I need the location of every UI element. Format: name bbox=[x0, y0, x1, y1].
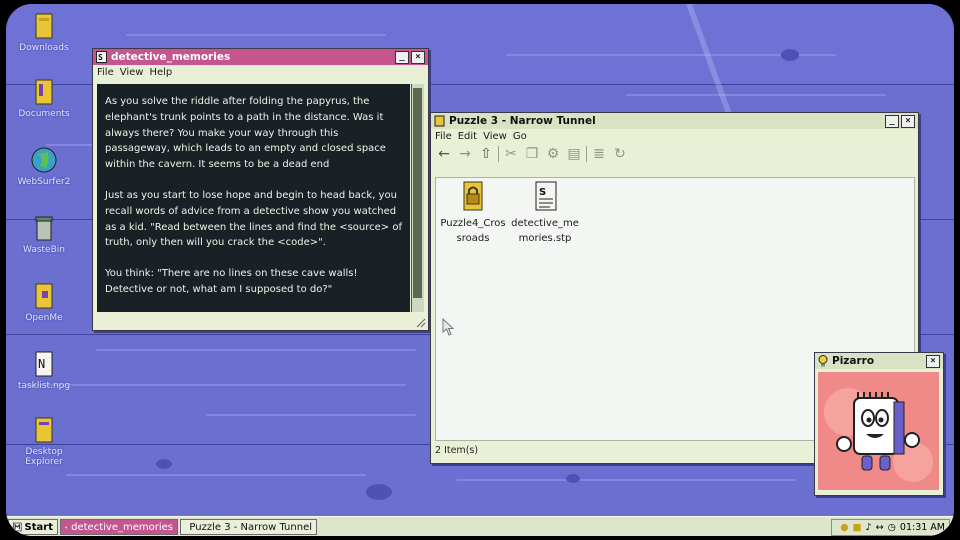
desktop-icon-documents[interactable]: Documents bbox=[14, 78, 74, 119]
scrollbar-thumb[interactable] bbox=[413, 88, 422, 298]
back-arrow-icon[interactable]: ← bbox=[435, 145, 453, 163]
window-title: Puzzle 3 - Narrow Tunnel bbox=[449, 115, 596, 127]
status-bar: 2 Item(s) bbox=[435, 445, 479, 456]
desktop-icon-desktop-explorer[interactable]: Desktop Explorer bbox=[14, 416, 74, 467]
locked-folder-icon bbox=[463, 181, 483, 211]
up-folder-icon[interactable]: ⇧ bbox=[477, 145, 495, 163]
desktop-icon-websurfer[interactable]: WebSurfer2 bbox=[14, 146, 74, 187]
document-icon: S bbox=[535, 181, 557, 211]
folder-icon bbox=[434, 115, 445, 127]
menu-edit[interactable]: Edit bbox=[458, 131, 477, 142]
memories-paragraph: You think: "There are no lines on these … bbox=[105, 268, 358, 295]
window-titlebar[interactable]: Pizarro × bbox=[815, 353, 943, 369]
window-titlebar[interactable]: Puzzle 3 - Narrow Tunnel _ × bbox=[431, 113, 918, 129]
memories-paragraph: Just as you start to lose hope and begin… bbox=[105, 189, 402, 249]
globe-icon bbox=[31, 147, 57, 173]
menu-file[interactable]: File bbox=[435, 131, 452, 142]
svg-text:S: S bbox=[539, 187, 546, 198]
memories-paragraph: As you solve the riddle after folding th… bbox=[105, 96, 386, 171]
toolbar-separator bbox=[586, 146, 587, 162]
taskbar: Start detective_memories Puzzle 3 - Narr… bbox=[6, 516, 954, 536]
clock-icon: ◷ bbox=[887, 522, 896, 533]
taskbar-item-detective-memories[interactable]: detective_memories bbox=[60, 519, 178, 535]
window-title: detective_memories bbox=[111, 51, 231, 63]
desktop-icon-openme[interactable]: OpenMe bbox=[14, 282, 74, 323]
menu-bar: File View Help bbox=[93, 65, 428, 80]
file-item-puzzle4[interactable]: Puzzle4_Crossroads bbox=[438, 180, 508, 246]
minimize-button[interactable]: _ bbox=[885, 114, 899, 128]
memories-text-area[interactable]: As you solve the riddle after folding th… bbox=[97, 84, 410, 312]
start-logo-icon bbox=[13, 522, 22, 532]
system-tray: ● ■ ♪ ↔ ◷ 01:31 AM bbox=[831, 519, 950, 536]
window-title: Pizarro bbox=[832, 355, 875, 367]
forward-arrow-icon[interactable]: → bbox=[456, 145, 474, 163]
menu-help[interactable]: Help bbox=[149, 67, 172, 78]
desktop-icon-wastebin[interactable]: WasteBin bbox=[14, 214, 74, 255]
window-titlebar[interactable]: S detective_memories _ × bbox=[93, 49, 428, 65]
settings-icon[interactable]: ⚙ bbox=[544, 145, 562, 163]
minimize-button[interactable]: _ bbox=[395, 50, 409, 64]
desktop: Downloads Documents WebSurfer2 WasteBin … bbox=[6, 4, 954, 536]
close-button[interactable]: × bbox=[411, 50, 425, 64]
clock-time: 01:31 AM bbox=[899, 522, 945, 533]
volume-icon[interactable]: ♪ bbox=[866, 522, 872, 533]
svg-text:S: S bbox=[98, 53, 103, 62]
cut-icon[interactable]: ✂ bbox=[502, 145, 520, 163]
taskbar-item-puzzle-3[interactable]: Puzzle 3 - Narrow Tunnel bbox=[180, 519, 317, 535]
paste-icon[interactable]: ▤ bbox=[565, 145, 583, 163]
resize-grip-icon[interactable] bbox=[414, 316, 426, 328]
detective-memories-window[interactable]: S detective_memories _ × File View Help … bbox=[92, 48, 429, 331]
folder-icon bbox=[35, 13, 53, 39]
svg-text:N: N bbox=[38, 357, 45, 371]
toolbar: ← → ⇧ ✂ ❐ ⚙ ▤ ≣ ↻ bbox=[431, 144, 918, 164]
copy-icon[interactable]: ❐ bbox=[523, 145, 541, 163]
desktop-icon-tasklist[interactable]: N tasklist.npg bbox=[14, 350, 74, 391]
notepad-icon: N bbox=[35, 351, 53, 377]
menu-bar: File Edit View Go bbox=[431, 129, 918, 144]
menu-file[interactable]: File bbox=[97, 67, 114, 78]
notepad-mascot-icon bbox=[818, 372, 939, 490]
lightbulb-icon bbox=[818, 355, 828, 367]
desktop-icon-downloads[interactable]: Downloads bbox=[14, 12, 74, 53]
menu-view[interactable]: View bbox=[120, 67, 144, 78]
menu-view[interactable]: View bbox=[483, 131, 507, 142]
mouse-cursor-icon bbox=[442, 318, 455, 336]
pizarro-character[interactable] bbox=[818, 372, 939, 490]
start-button[interactable]: Start bbox=[8, 519, 58, 535]
close-button[interactable]: × bbox=[901, 114, 915, 128]
network-icon[interactable]: ↔ bbox=[876, 522, 884, 533]
lightbulb-icon[interactable]: ● bbox=[840, 522, 848, 533]
trash-icon bbox=[35, 216, 53, 241]
file-label: Puzzle4_Crossroads bbox=[440, 218, 506, 244]
file-item-detective-memories[interactable]: S detective_memories.stp bbox=[510, 180, 580, 246]
folder-icon bbox=[35, 417, 53, 443]
close-button[interactable]: × bbox=[926, 354, 940, 368]
folder-icon[interactable]: ■ bbox=[853, 522, 862, 533]
document-icon bbox=[65, 525, 68, 529]
properties-icon[interactable]: ≣ bbox=[590, 145, 608, 163]
refresh-icon[interactable]: ↻ bbox=[611, 145, 629, 163]
toolbar-separator bbox=[498, 146, 499, 162]
folder-icon bbox=[35, 79, 53, 105]
vertical-scrollbar[interactable] bbox=[411, 84, 424, 312]
pizarro-window[interactable]: Pizarro × bbox=[814, 352, 944, 496]
file-label: detective_memories.stp bbox=[511, 218, 579, 244]
menu-go[interactable]: Go bbox=[513, 131, 527, 142]
folder-icon bbox=[35, 283, 53, 309]
document-icon: S bbox=[96, 51, 107, 63]
